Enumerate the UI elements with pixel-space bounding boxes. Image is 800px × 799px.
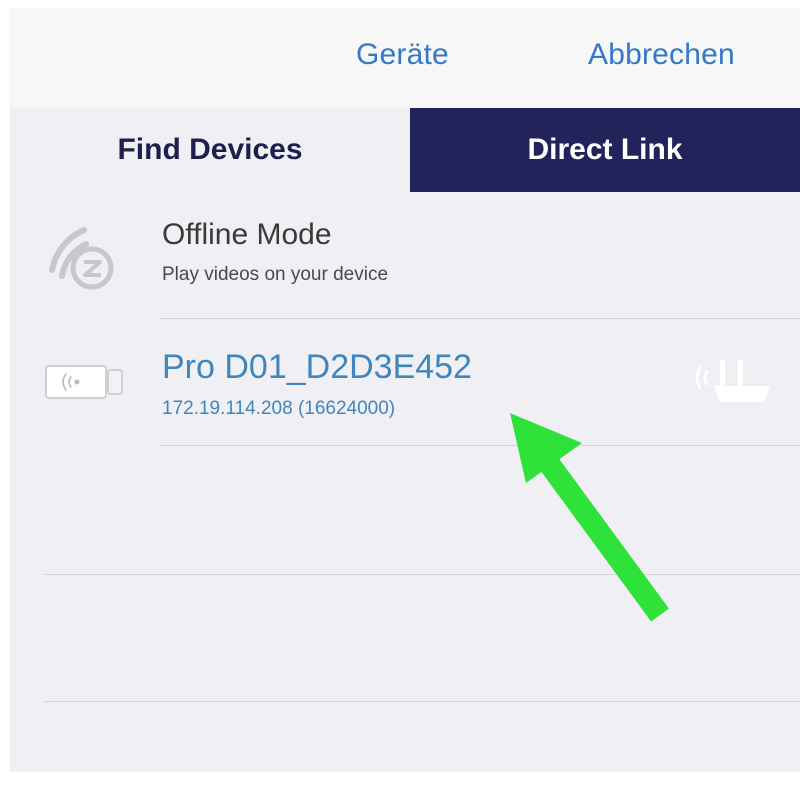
devices-button[interactable]: Geräte (356, 38, 449, 72)
dongle-icon (44, 360, 128, 409)
row-divider (160, 318, 800, 319)
offline-mode-row[interactable]: Offline Mode Play videos on your device (10, 204, 800, 316)
row-divider (160, 445, 800, 446)
device-name: Pro D01_D2D3E452 (162, 348, 472, 386)
device-address: 172.19.114.208 (16624000) (162, 398, 396, 419)
green-arrow-icon (510, 413, 669, 622)
cancel-button[interactable]: Abbrechen (588, 38, 735, 72)
tab-direct-link[interactable]: Direct Link (410, 108, 800, 192)
navigation-bar: Geräte Abbrechen (10, 8, 800, 109)
segmented-control: Find Devices Direct Link (10, 108, 800, 192)
tab-find-devices[interactable]: Find Devices (10, 108, 410, 192)
offline-mode-subtitle: Play videos on your device (162, 264, 389, 285)
ezcast-logo-icon (44, 218, 120, 299)
offline-mode-title: Offline Mode (162, 218, 332, 251)
row-divider (44, 701, 800, 702)
app-screen: Geräte Abbrechen Find Devices Direct Lin… (10, 8, 800, 772)
router-icon (690, 354, 776, 415)
